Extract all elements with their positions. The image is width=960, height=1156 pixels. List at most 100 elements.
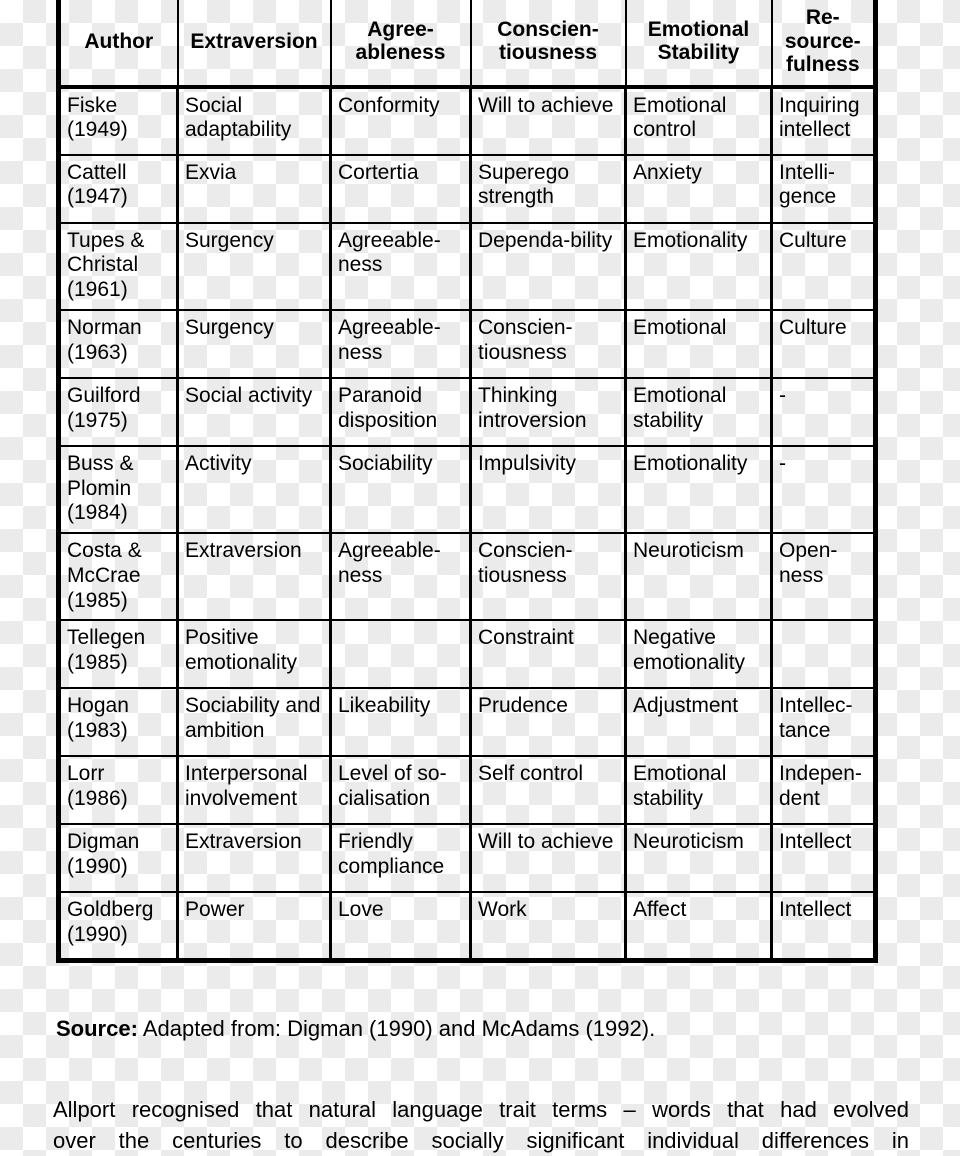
table-row: Lorr (1986) Interpersonal involvement Level…: [58, 756, 876, 826]
cell-emotional_stability: Anxiety: [625, 154, 773, 224]
column-header-conscientiousness-line2: tiousness: [498, 41, 598, 65]
cell-emotional_stability: Emotional stability: [625, 377, 773, 447]
cell-resourcefulness: Intellect: [779, 898, 852, 922]
cell-agreeableness: Love: [330, 892, 472, 961]
cell-conscientiousness: Dependa-bility: [470, 222, 627, 311]
cell-resourcefulness: Culture: [771, 309, 876, 379]
paragraph-line-2: over the centuries to describe socially signif…: [53, 1128, 909, 1154]
column-header-resourcefulness: Re- source- fulness: [771, 0, 876, 89]
cell-emotional_stability: Emotional control: [625, 86, 773, 156]
column-header-resourcefulness-line3: fulness: [785, 53, 860, 77]
cell-emotional_stability: Emotional: [625, 309, 773, 379]
cell-conscientiousness: Will to achieve: [470, 86, 627, 156]
cell-extraversion: Interpersonal involvement: [177, 756, 332, 826]
cell-emotional_stability: Negative emotionality: [625, 620, 773, 690]
cell-author: Guilford (1975): [58, 377, 179, 447]
cell-agreeableness: Likeability: [330, 688, 472, 758]
cell-agreeableness: Agreeable-ness: [330, 533, 472, 622]
column-header-conscientiousness-line1: Conscien-: [497, 17, 599, 41]
cell-agreeableness: Cortertia: [330, 154, 472, 224]
cell-resourcefulness: Indepen-dent: [771, 756, 876, 826]
cell-agreeableness: Paranoid disposition: [330, 377, 472, 447]
cell-agreeableness: Sociability: [330, 445, 472, 535]
cell-author: Buss & Plomin (1984): [58, 445, 179, 535]
table-row: Cattell (1947) Exvia Cortertia Superego stre…: [58, 154, 876, 224]
column-header-resourcefulness-line1: Re-: [805, 6, 840, 29]
table-row: Costa & McCrae (1985) Extraversion Agreeabl…: [58, 533, 876, 622]
cell-resourcefulness: Inquiring intellect: [771, 86, 876, 156]
cell-conscientiousness: Work: [470, 892, 627, 961]
cell-agreeableness: Agreeable-ness: [330, 222, 472, 311]
source-text: Adapted from: Digman (1990) and McAdams …: [142, 1016, 656, 1041]
paragraph-line-1: Allport recognised that natural language…: [53, 1097, 909, 1122]
cell-author: Lorr (1986): [58, 756, 179, 826]
cell-resourcefulness: Intelli-gence: [771, 154, 876, 224]
column-header-agreeableness-line1: Agree-: [367, 17, 434, 41]
cell-emotional_stability: Neuroticism: [625, 824, 773, 894]
cell-extraversion: Power: [177, 892, 332, 961]
table-row: Buss & Plomin (1984) Activity Sociability Im…: [58, 445, 876, 535]
cell-emotional_stability: Affect: [625, 892, 773, 961]
cell-extraversion: Social adaptability: [177, 86, 332, 156]
column-header-conscientiousness: Conscien- tiousness: [470, 0, 627, 89]
cell-author: Norman (1963): [58, 309, 179, 379]
cell-extraversion: Activity: [177, 445, 332, 535]
cell-extraversion: Positive emotionality: [177, 620, 332, 690]
cell-extraversion: Sociability and ambition: [177, 688, 332, 758]
cell-conscientiousness: Superego strength: [470, 154, 627, 224]
cell-conscientiousness: Constraint: [470, 620, 627, 690]
column-header-author-line1: Author: [84, 29, 154, 53]
cell-emotional_stability: Emotionality: [625, 445, 773, 535]
column-header-extraversion-line1: Extraversion: [190, 29, 318, 53]
table-header: Author Extraversion Agree- ableness Cons…: [58, 0, 876, 89]
cell-conscientiousness: Conscien-tiousness: [470, 533, 627, 622]
column-header-emotional-stability-line2: Stability: [657, 41, 740, 65]
cell-resourcefulness: [771, 620, 876, 690]
column-header-emotional-stability-line1: Emotional: [647, 17, 750, 41]
table-row: Hogan (1983) Sociability and ambition Likea…: [58, 688, 876, 758]
column-header-emotional-stability: Emotional Stability: [625, 0, 773, 89]
cell-extraversion: Extraversion: [177, 533, 332, 622]
source-label: Source:: [56, 1016, 138, 1041]
column-header-agreeableness: Agree- ableness: [330, 0, 472, 89]
table-row: Digman (1990) Extraversion Friendly complia…: [58, 824, 876, 894]
cell-author: Fiske (1949): [58, 86, 179, 156]
cell-agreeableness: Level of so-cialisation: [330, 756, 472, 826]
table-row: Fiske (1949) Social adaptability Conformity…: [58, 86, 876, 156]
column-header-extraversion: Extraversion: [177, 0, 332, 89]
table-row: Guilford (1975) Social activity Paranoid di…: [58, 377, 876, 447]
cell-conscientiousness: Conscien-tiousness: [470, 309, 627, 379]
cell-author: Tellegen (1985): [58, 620, 179, 690]
cell-author: Goldberg (1990): [58, 892, 179, 961]
trait-comparison-table-container: Author Extraversion Agree- ableness Cons…: [56, 0, 878, 963]
table-header-row: Author Extraversion Agree- ableness Cons…: [58, 0, 876, 89]
cell-emotional_stability: Neuroticism: [625, 533, 773, 622]
cell-emotional_stability: Emotionality: [625, 222, 773, 311]
cell-author: Costa & McCrae (1985): [58, 533, 179, 622]
trait-comparison-table: Author Extraversion Agree- ableness Cons…: [56, 0, 878, 963]
cell-emotional_stability: Adjustment: [625, 688, 773, 758]
table-row: Norman (1963) Surgency Agreeable-ness Consci…: [58, 309, 876, 379]
cell-resourcefulness: Intellect: [771, 824, 876, 894]
cell-author: Hogan (1983): [58, 688, 179, 758]
body-paragraph: Allport recognised that natural language…: [53, 1094, 909, 1156]
cell-extraversion: Surgency: [177, 309, 332, 379]
cell-author: Digman (1990): [58, 824, 179, 894]
table-row: Tellegen (1985) Positive emotionality Const…: [58, 620, 876, 690]
cell-conscientiousness: Thinking introversion: [470, 377, 627, 447]
cell-conscientiousness: Will to achieve: [470, 824, 627, 894]
cell-extraversion: Social activity: [177, 377, 332, 447]
column-header-agreeableness-line2: ableness: [355, 41, 446, 65]
table-row: Goldberg (1990) Power Love Work Affect Intelle…: [58, 892, 876, 961]
cell-resourcefulness: Intellec-tance: [771, 688, 876, 758]
cell-resourcefulness: Culture: [771, 222, 876, 311]
cell-conscientiousness: Prudence: [470, 688, 627, 758]
column-header-author: Author: [58, 0, 179, 89]
cell-agreeableness: Agreeable-ness: [330, 309, 472, 379]
cell-agreeableness: Conformity: [330, 86, 472, 156]
cell-agreeableness: [330, 620, 472, 690]
cell-author: Cattell (1947): [58, 154, 179, 224]
table-body: Fiske (1949) Social adaptability Conformity…: [58, 86, 876, 961]
cell-resourcefulness: -: [771, 377, 876, 447]
table-row: Tupes & Christal (1961) Surgency Agreeable-…: [58, 222, 876, 311]
